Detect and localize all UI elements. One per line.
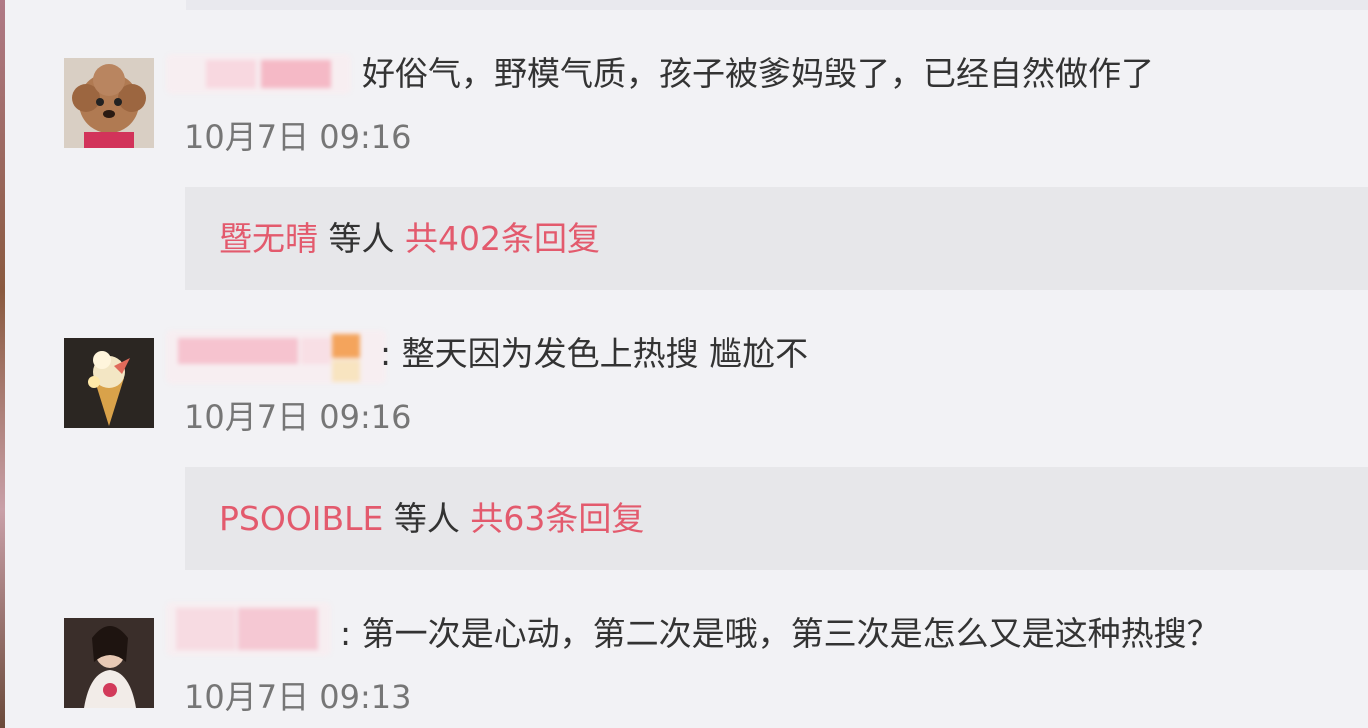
comment-timestamp: 10月7日 09:16 xyxy=(184,398,412,436)
comment-text: : 第一次是心动，第二次是哦，第三次是怎么又是这种热搜？ xyxy=(340,614,1220,653)
username-blurred[interactable] xyxy=(166,330,386,384)
reply-summary: 暨无晴 等人 共402条回复 xyxy=(219,217,600,261)
reply-summary-box[interactable]: PSOOIBLE 等人 共63条回复 xyxy=(185,467,1368,570)
comment-item: : 整天因为发色上热搜 尴尬不 10月7日 09:16 PSOOIBLE 等人 … xyxy=(0,280,1368,570)
reply-middle-text: 等人 xyxy=(393,499,460,538)
reply-count-link[interactable]: 共63条回复 xyxy=(470,499,644,538)
reply-summary-box[interactable]: 暨无晴 等人 共402条回复 xyxy=(185,187,1368,290)
comment-timestamp: 10月7日 09:16 xyxy=(184,118,412,156)
ice-cream-cone-avatar-icon[interactable] xyxy=(64,338,154,428)
username-blurred[interactable] xyxy=(166,602,331,656)
woman-portrait-avatar-icon[interactable] xyxy=(64,618,154,708)
comment-text: : 整天因为发色上热搜 尴尬不 xyxy=(380,334,809,373)
reply-user-link[interactable]: 暨无晴 xyxy=(219,219,318,258)
comment-timestamp: 10月7日 09:13 xyxy=(184,678,412,716)
reply-summary: PSOOIBLE 等人 共63条回复 xyxy=(219,497,644,541)
username-blurred[interactable] xyxy=(166,54,351,94)
comment-item: : 第一次是心动，第二次是哦，第三次是怎么又是这种热搜？ 10月7日 09:13 xyxy=(0,560,1368,716)
reply-count-link[interactable]: 共402条回复 xyxy=(405,219,600,258)
reply-user-link[interactable]: PSOOIBLE xyxy=(219,499,383,538)
comment-text: 好俗气，野模气质，孩子被爹妈毁了，已经自然做作了 xyxy=(362,54,1154,93)
poodle-dog-avatar-icon[interactable] xyxy=(64,58,154,148)
comment-item: 好俗气，野模气质，孩子被爹妈毁了，已经自然做作了 10月7日 09:16 暨无晴… xyxy=(0,0,1368,290)
reply-middle-text: 等人 xyxy=(328,219,395,258)
